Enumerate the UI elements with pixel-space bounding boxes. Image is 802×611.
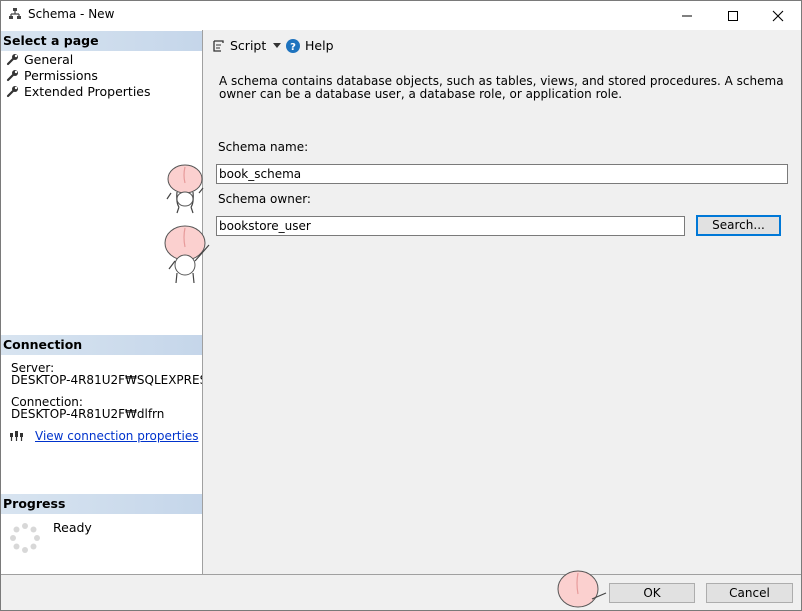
- maximize-button[interactable]: [710, 1, 756, 30]
- left-pane: Select a page General Permissions Extend…: [1, 30, 203, 574]
- button-bar: OK Cancel: [1, 574, 801, 610]
- progress-spinner-icon: [9, 522, 41, 557]
- connection-header: Connection: [1, 335, 202, 355]
- script-button[interactable]: Script: [211, 38, 282, 53]
- view-connection-link[interactable]: View connection properties: [35, 429, 198, 443]
- title-bar: Schema - New: [1, 1, 801, 30]
- server-value: DESKTOP-4R81U2F₩SQLEXPRES: [11, 374, 202, 386]
- script-label: Script: [230, 38, 267, 53]
- page-item-general[interactable]: General: [6, 51, 73, 67]
- minimize-button[interactable]: [664, 1, 710, 30]
- wrench-icon: [6, 85, 18, 97]
- peach-character-sticker: [163, 223, 211, 288]
- progress-status: Ready: [53, 520, 92, 535]
- window-title: Schema - New: [28, 7, 115, 21]
- schema-new-dialog: Schema - New Select a page General Permi…: [0, 0, 802, 611]
- chevron-down-icon[interactable]: [273, 43, 282, 48]
- search-button[interactable]: Search...: [696, 215, 781, 236]
- schema-owner-label: Schema owner:: [218, 192, 311, 206]
- wrench-icon: [6, 69, 18, 81]
- schema-name-field[interactable]: book_schema: [216, 164, 788, 184]
- schema-icon: [8, 7, 22, 24]
- select-page-header: Select a page: [1, 31, 202, 51]
- peach-character-sticker: [165, 163, 205, 218]
- page-item-label: General: [24, 51, 74, 67]
- script-icon: [213, 39, 224, 52]
- help-button[interactable]: ? Help: [286, 38, 334, 53]
- connection-properties-icon: [10, 431, 23, 441]
- page-item-label: Extended Properties: [24, 83, 151, 99]
- peach-character-sticker: [556, 567, 608, 610]
- view-connection-properties[interactable]: View connection properties: [9, 429, 198, 443]
- progress-header: Progress: [1, 494, 202, 514]
- connection-value: DESKTOP-4R81U2F₩dlfrn: [11, 407, 165, 421]
- page-item-label: Permissions: [24, 67, 98, 83]
- server-label: Server:: [11, 361, 55, 375]
- main-pane: Script ? Help A schema contains database…: [203, 30, 801, 574]
- schema-description: A schema contains database objects, such…: [219, 74, 784, 101]
- page-item-permissions[interactable]: Permissions: [6, 67, 98, 83]
- svg-text:?: ?: [290, 42, 296, 53]
- cancel-button[interactable]: Cancel: [706, 583, 793, 603]
- wrench-icon: [6, 53, 18, 65]
- schema-name-label: Schema name:: [218, 140, 309, 154]
- ok-button[interactable]: OK: [609, 583, 695, 603]
- schema-owner-field[interactable]: bookstore_user: [216, 216, 685, 236]
- close-button[interactable]: [755, 1, 801, 30]
- page-item-extended-properties[interactable]: Extended Properties: [6, 83, 151, 99]
- help-icon: ?: [286, 38, 300, 53]
- help-label: Help: [305, 38, 334, 53]
